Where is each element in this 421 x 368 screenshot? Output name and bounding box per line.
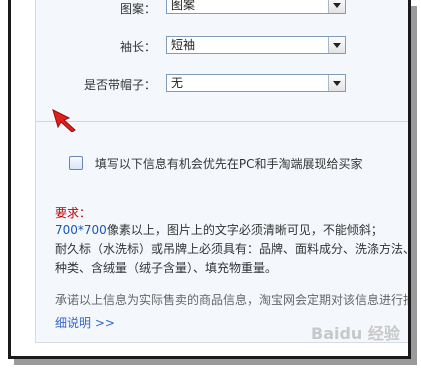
attributes-section — [36, 0, 408, 120]
pattern-select[interactable]: 图案 — [166, 0, 346, 14]
requirements-line-1-text: 像素以上，图片上的文字必须清晰可见，不能倾斜； — [106, 223, 383, 237]
image-size-value: 700*700 — [55, 223, 107, 237]
chevron-down-icon[interactable] — [328, 0, 345, 13]
requirements-line-2: 耐久标（水洗标）或吊牌上必须具有：品牌、面料成分、洗涤方法、安 — [55, 242, 411, 256]
priority-display-checkbox[interactable] — [69, 156, 83, 170]
frame-shadow-right — [411, 6, 417, 365]
pattern-select-value: 图案 — [171, 0, 196, 12]
section-divider — [36, 121, 408, 122]
priority-display-option[interactable]: 填写以下信息有机会优先在PC和手淘端展现给买家 — [69, 155, 362, 172]
sleeve-select-value: 短袖 — [171, 38, 196, 52]
hood-select[interactable]: 无 — [166, 74, 346, 92]
frame-shadow-bottom — [14, 359, 417, 365]
baidu-watermark: Baidu 经验 — [311, 324, 400, 343]
requirements-title: 要求： — [55, 206, 92, 220]
pattern-label: 图案： — [119, 2, 156, 16]
sleeve-select[interactable]: 短袖 — [166, 36, 346, 54]
details-link[interactable]: 细说明 >> — [55, 314, 115, 331]
sleeve-label: 袖长： — [119, 40, 156, 54]
chevron-down-icon[interactable] — [328, 37, 345, 53]
commitment-note: 承诺以上信息为实际售卖的商品信息，淘宝网会定期对该信息进行抽查 — [55, 293, 411, 307]
red-arrow-icon — [52, 109, 76, 132]
requirements-line-3: 种类、含绒量（绒子含量）、填充物重量。 — [55, 261, 278, 275]
chevron-down-icon[interactable] — [328, 75, 345, 91]
hood-select-value: 无 — [171, 76, 184, 90]
priority-display-label: 填写以下信息有机会优先在PC和手淘端展现给买家 — [94, 157, 363, 171]
screenshot-frame: 图案： 图案 袖长： 短袖 是否带帽子： 无 填写以下信息有机会优先在PC和手淘… — [8, 0, 411, 359]
requirements-line-1: 700*700像素以上，图片上的文字必须清晰可见，不能倾斜； — [55, 221, 383, 238]
hood-label: 是否带帽子： — [83, 78, 156, 92]
